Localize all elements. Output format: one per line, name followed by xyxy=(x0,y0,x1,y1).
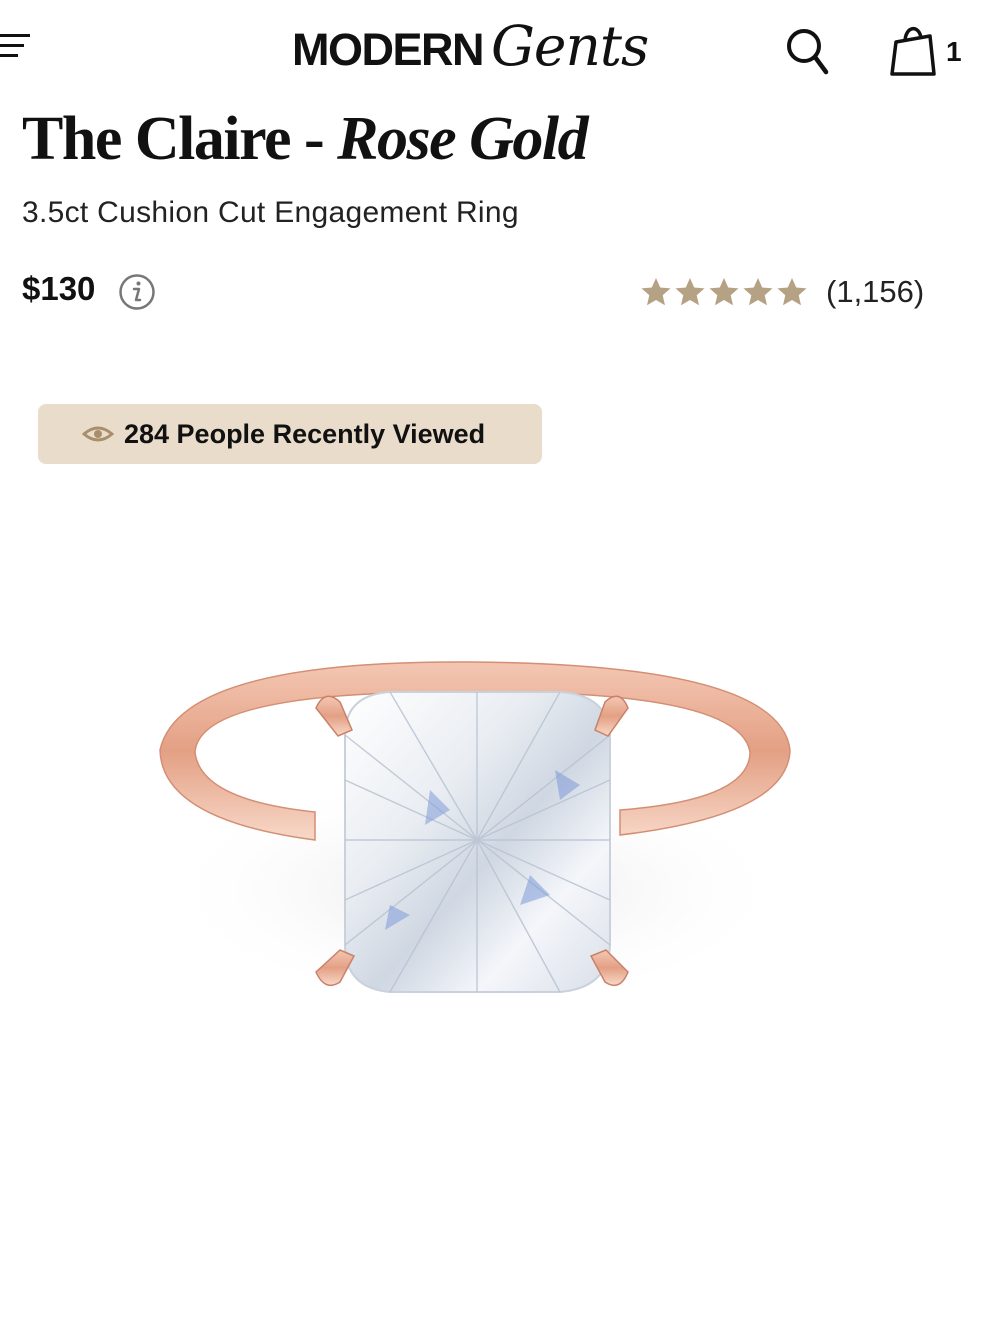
info-icon[interactable] xyxy=(118,273,156,311)
product-variant: Rose Gold xyxy=(337,105,589,173)
product-name: The Claire - xyxy=(22,105,338,173)
product-rating[interactable]: (1,156) xyxy=(640,272,940,312)
star-icon xyxy=(709,278,739,306)
review-count[interactable]: (1,156) xyxy=(826,274,924,310)
star-icon xyxy=(777,278,807,306)
product-title: The Claire - Rose Gold xyxy=(22,104,589,175)
product-subtitle: 3.5ct Cushion Cut Engagement Ring xyxy=(22,196,519,229)
product-price: $130 xyxy=(22,270,96,307)
rating-stars xyxy=(640,276,808,308)
engagement-ring-image[interactable] xyxy=(140,640,810,1030)
recently-viewed-badge: 284 People Recently Viewed xyxy=(38,404,542,464)
star-icon xyxy=(743,278,773,306)
site-header: MODERN Gents 1 xyxy=(0,0,1000,100)
eye-icon xyxy=(82,426,114,442)
logo-wordmark: MODERN xyxy=(292,24,485,75)
site-logo[interactable]: MODERN Gents xyxy=(292,14,649,84)
star-icon xyxy=(675,278,705,306)
logo-script: Gents xyxy=(491,14,649,78)
cart-count-badge[interactable]: 1 xyxy=(946,36,962,68)
search-icon[interactable] xyxy=(784,24,832,78)
hamburger-menu-icon[interactable] xyxy=(0,30,34,64)
recently-viewed-text: 284 People Recently Viewed xyxy=(124,418,486,449)
star-icon xyxy=(641,278,671,306)
